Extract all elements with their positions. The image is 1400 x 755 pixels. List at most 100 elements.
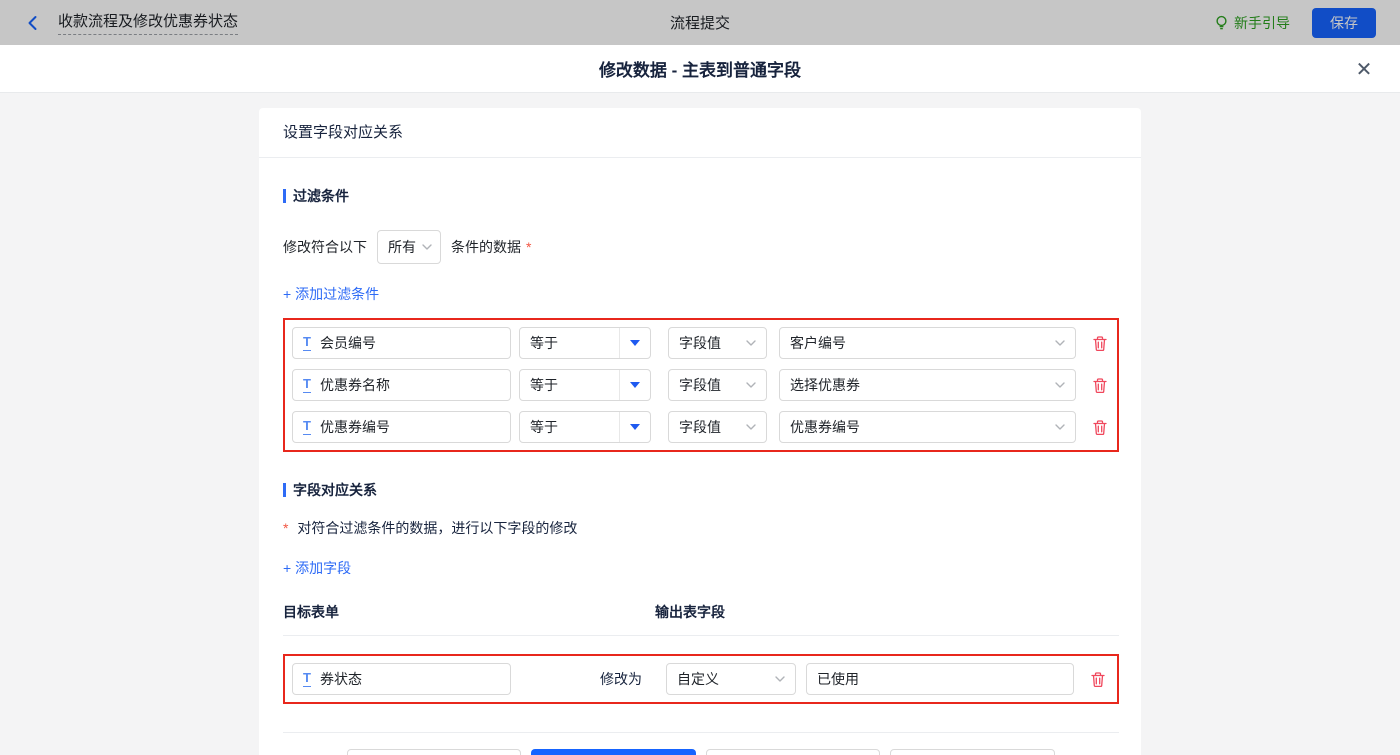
operator-value: 等于 [520, 333, 619, 353]
triangle-down-icon [630, 382, 640, 388]
required-mark: * [526, 239, 531, 255]
value-select[interactable]: 选择优惠券 [779, 369, 1076, 401]
chevron-down-icon [775, 676, 785, 682]
field-name: 券状态 [320, 669, 362, 689]
guide-label: 新手引导 [1234, 13, 1290, 33]
filter-rows-highlight-box: T 会员编号 等于 字段值 客户编号 [283, 318, 1119, 452]
field-name: 优惠券名称 [320, 375, 390, 395]
match-suffix: 条件的数据 [451, 237, 521, 257]
value-select[interactable]: 优惠券编号 [779, 411, 1076, 443]
mapping-description-text: 对符合过滤条件的数据，进行以下字段的修改 [297, 520, 577, 536]
chevron-down-icon [746, 382, 756, 388]
filter-row: T 优惠券编号 等于 字段值 优惠券编号 [292, 411, 1110, 443]
value: 客户编号 [790, 333, 846, 353]
field-input[interactable]: T 券状态 [292, 663, 511, 695]
mapping-section-label: 字段对应关系 [293, 480, 377, 500]
section-bar [283, 189, 286, 203]
delete-row-button[interactable] [1092, 335, 1108, 352]
operator-dropdown-toggle[interactable] [619, 328, 650, 358]
value: 优惠券编号 [790, 417, 860, 437]
triangle-down-icon [630, 340, 640, 346]
operator-select[interactable]: 等于 [519, 327, 651, 359]
delete-row-button[interactable] [1092, 419, 1108, 436]
value-type: 字段值 [679, 333, 721, 353]
match-mode-select[interactable]: 所有 [377, 230, 441, 264]
mapping-section-title: 字段对应关系 [283, 480, 1119, 500]
trash-icon [1092, 377, 1108, 394]
lightbulb-icon [1214, 15, 1229, 31]
mapping-table-header: 目标表单 输出表字段 [283, 602, 1119, 636]
top-bar: 收款流程及修改优惠券状态 流程提交 新手引导 保存 [0, 0, 1400, 45]
next-step-button[interactable]: 下一步：设置新增数据 [706, 749, 880, 755]
add-filter-condition-link[interactable]: + 添加过滤条件 [283, 284, 379, 304]
chevron-down-icon [422, 244, 432, 250]
operator-dropdown-toggle[interactable] [619, 412, 650, 442]
value-type: 字段值 [679, 417, 721, 437]
chevron-down-icon [1055, 340, 1065, 346]
trash-icon [1092, 335, 1108, 352]
custom-value: 已使用 [817, 669, 859, 689]
target-form-column-header: 目标表单 [283, 602, 339, 622]
done-button[interactable]: 完成 [531, 749, 696, 755]
match-mode-value: 所有 [388, 237, 416, 257]
filter-row: T 优惠券名称 等于 字段值 选择优惠券 [292, 369, 1110, 401]
trash-icon [1092, 419, 1108, 436]
mode-select[interactable]: 自定义 [666, 663, 796, 695]
delete-row-button[interactable] [1090, 671, 1106, 688]
card-footer: 上一步：设置触发动作 完成 下一步：设置新增数据 其他设置 [283, 732, 1119, 755]
beginner-guide-link[interactable]: 新手引导 [1214, 13, 1290, 33]
text-field-icon: T [303, 378, 311, 393]
text-field-icon: T [303, 420, 311, 435]
value-type: 字段值 [679, 375, 721, 395]
operator-select[interactable]: 等于 [519, 369, 651, 401]
operator-dropdown-toggle[interactable] [619, 370, 650, 400]
operator-value: 等于 [520, 375, 619, 395]
filter-row: T 会员编号 等于 字段值 客户编号 [292, 327, 1110, 359]
add-field-link[interactable]: + 添加字段 [283, 558, 351, 578]
custom-value-input[interactable]: 已使用 [806, 663, 1074, 695]
chevron-down-icon [746, 424, 756, 430]
field-name: 会员编号 [320, 333, 376, 353]
value-type-select[interactable]: 字段值 [668, 327, 767, 359]
card-title: 设置字段对应关系 [259, 108, 1141, 158]
filter-section-label: 过滤条件 [293, 186, 349, 206]
mapping-row: T 券状态 修改为 自定义 已使用 [292, 663, 1110, 695]
required-mark: * [283, 520, 288, 536]
triangle-down-icon [630, 424, 640, 430]
text-field-icon: T [303, 336, 311, 351]
modal-body: 设置字段对应关系 过滤条件 修改符合以下 所有 条件的数据 * + 添加过滤条 [0, 93, 1400, 755]
value: 选择优惠券 [790, 375, 860, 395]
value-type-select[interactable]: 字段值 [668, 369, 767, 401]
modify-to-label: 修改为 [600, 669, 642, 689]
output-field-column-header: 输出表字段 [655, 602, 725, 622]
operator-select[interactable]: 等于 [519, 411, 651, 443]
mapping-rows-highlight-box: T 券状态 修改为 自定义 已使用 [283, 654, 1119, 704]
other-settings-button[interactable]: 其他设置 [890, 749, 1055, 755]
value-select[interactable]: 客户编号 [779, 327, 1076, 359]
field-input[interactable]: T 优惠券编号 [292, 411, 511, 443]
match-condition-row: 修改符合以下 所有 条件的数据 * [283, 230, 1119, 264]
prev-step-button[interactable]: 上一步：设置触发动作 [347, 749, 521, 755]
text-field-icon: T [303, 672, 311, 687]
field-name: 优惠券编号 [320, 417, 390, 437]
field-input[interactable]: T 优惠券名称 [292, 369, 511, 401]
page-title: 流程提交 [0, 12, 1400, 33]
filter-section-title: 过滤条件 [283, 186, 1119, 206]
value-type-select[interactable]: 字段值 [668, 411, 767, 443]
match-prefix: 修改符合以下 [283, 237, 367, 257]
trash-icon [1090, 671, 1106, 688]
edit-data-modal: 修改数据 - 主表到普通字段 ✕ 设置字段对应关系 过滤条件 修改符合以下 所有… [0, 45, 1400, 755]
modal-header: 修改数据 - 主表到普通字段 ✕ [0, 45, 1400, 93]
field-mapping-card: 设置字段对应关系 过滤条件 修改符合以下 所有 条件的数据 * + 添加过滤条 [259, 108, 1141, 755]
chevron-down-icon [1055, 382, 1065, 388]
chevron-down-icon [1055, 424, 1065, 430]
close-icon[interactable]: ✕ [1352, 57, 1376, 81]
operator-value: 等于 [520, 417, 619, 437]
chevron-down-icon [746, 340, 756, 346]
field-input[interactable]: T 会员编号 [292, 327, 511, 359]
delete-row-button[interactable] [1092, 377, 1108, 394]
mode-value: 自定义 [677, 669, 719, 689]
save-button[interactable]: 保存 [1312, 8, 1376, 38]
mapping-description: * 对符合过滤条件的数据，进行以下字段的修改 [283, 518, 1119, 538]
modal-title: 修改数据 - 主表到普通字段 [599, 56, 801, 81]
